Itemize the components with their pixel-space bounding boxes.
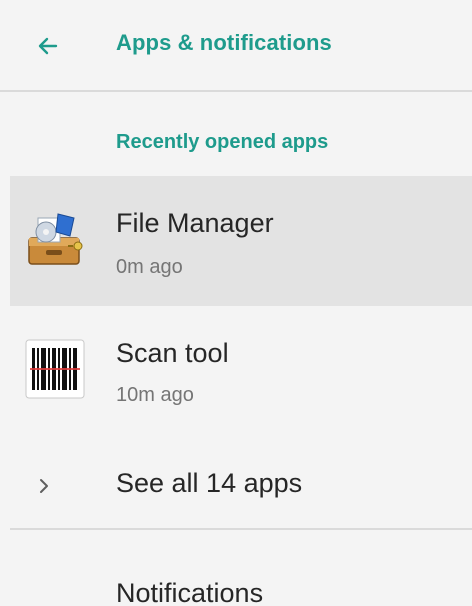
file-manager-icon bbox=[24, 208, 86, 270]
see-all-apps-label: See all 14 apps bbox=[116, 468, 303, 498]
section-header-recent-apps: Recently opened apps bbox=[116, 131, 329, 153]
app-name: Scan tool bbox=[116, 338, 229, 368]
app-name: File Manager bbox=[116, 208, 274, 238]
back-button[interactable] bbox=[30, 28, 66, 64]
notifications-item[interactable]: Notifications bbox=[116, 578, 263, 606]
chevron-right-icon bbox=[40, 479, 48, 493]
settings-screen: Apps & notifications Recently opened app… bbox=[0, 0, 472, 606]
recent-app-scan-tool[interactable]: Scan tool 10m ago bbox=[10, 316, 472, 436]
page-title: Apps & notifications bbox=[116, 30, 332, 55]
barcode-scanner-icon bbox=[24, 338, 86, 400]
arrow-left-icon bbox=[38, 37, 58, 55]
divider bbox=[10, 528, 472, 530]
see-all-apps-button[interactable]: See all 14 apps bbox=[0, 446, 472, 526]
app-bar: Apps & notifications bbox=[0, 0, 472, 92]
app-last-opened: 10m ago bbox=[116, 384, 194, 406]
app-last-opened: 0m ago bbox=[116, 256, 183, 278]
recent-app-file-manager[interactable]: File Manager 0m ago bbox=[10, 176, 472, 306]
